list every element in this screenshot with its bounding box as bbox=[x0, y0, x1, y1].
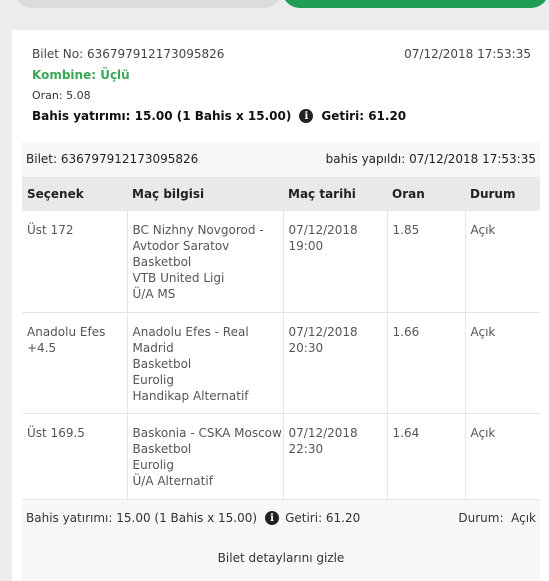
table-row: Üst 172 BC Nizhny Novgorod - Avtodor Sar… bbox=[22, 211, 540, 313]
match-line: Avtodor Saratov bbox=[132, 239, 230, 253]
match-line: Ü/A MS bbox=[132, 287, 176, 301]
info-icon[interactable]: i bbox=[299, 109, 314, 123]
col-header-status: Durum bbox=[465, 177, 540, 211]
tab-left[interactable] bbox=[14, 0, 282, 8]
table-header-row: Seçenek Maç bilgisi Maç tarihi Oran Duru… bbox=[22, 177, 540, 211]
date-line: 07/12/2018 bbox=[288, 425, 358, 440]
match-line: BC Nizhny Novgorod - bbox=[132, 223, 264, 237]
match-info-cell: BC Nizhny Novgorod - Avtodor Saratov Bas… bbox=[127, 211, 284, 313]
ticket-details: Bilet: 636797912173095826 bahis yapıldı:… bbox=[22, 142, 540, 581]
match-line: Baskonia - CSKA Moscow bbox=[132, 425, 282, 440]
hide-details-link[interactable]: Bilet detaylarını gizle bbox=[22, 551, 540, 565]
ticket-summary: Bilet No: 636797912173095826 07/12/2018 … bbox=[12, 30, 549, 140]
footer-stake-row: Bahis yatırımı: 15.00 (1 Bahis x 15.00) … bbox=[26, 511, 360, 525]
col-header-selection: Seçenek bbox=[22, 177, 127, 211]
odds-cell: 1.64 bbox=[387, 413, 466, 500]
match-line: Basketbol bbox=[132, 441, 192, 456]
ticket-number: Bilet No: 636797912173095826 bbox=[32, 47, 225, 61]
bets-table: Seçenek Maç bilgisi Maç tarihi Oran Duru… bbox=[22, 177, 540, 500]
table-row: Anadolu Efes +4.5 Anadolu Efes - Real Ma… bbox=[22, 312, 540, 414]
ticket-date: 07/12/2018 17:53:35 bbox=[404, 47, 531, 61]
bet-ticket-card: Bilet No: 636797912173095826 07/12/2018 … bbox=[12, 30, 549, 581]
match-line: Eurolig bbox=[132, 457, 174, 472]
info-icon[interactable]: i bbox=[265, 511, 280, 525]
selection-cell: Üst 172 bbox=[22, 211, 128, 313]
selection-cell: Anadolu Efes +4.5 bbox=[22, 312, 128, 414]
stake-row: Bahis yatırımı: 15.00 (1 Bahis x 15.00) … bbox=[32, 109, 406, 123]
stake-amount: Bahis yatırımı: 15.00 (1 Bahis x 15.00) bbox=[32, 109, 292, 123]
status-cell: Açık bbox=[465, 312, 540, 414]
table-row: Üst 169.5 Baskonia - CSKA Moscow Basketb… bbox=[22, 413, 540, 500]
total-odds: Oran: 5.08 bbox=[32, 89, 91, 102]
col-header-date: Maç tarihi bbox=[283, 177, 387, 211]
status-cell: Açık bbox=[465, 211, 540, 313]
time-line: 19:00 bbox=[288, 239, 324, 253]
match-line: Handikap Alternatif bbox=[132, 388, 249, 403]
selection-cell: Üst 169.5 bbox=[22, 413, 128, 500]
tab-right-active[interactable] bbox=[282, 0, 549, 8]
match-line: Basketbol bbox=[132, 356, 192, 371]
odds-cell: 1.85 bbox=[387, 211, 466, 313]
details-header: Bilet: 636797912173095826 bahis yapıldı:… bbox=[22, 142, 540, 176]
match-date-cell: 07/12/2018 19:00 bbox=[283, 211, 388, 313]
match-line: Basketbol bbox=[132, 255, 192, 269]
match-line: Anadolu Efes - Real bbox=[132, 324, 249, 339]
time-line: 20:30 bbox=[288, 340, 324, 355]
details-ticket-id: Bilet: 636797912173095826 bbox=[26, 152, 199, 166]
details-footer: Bahis yatırımı: 15.00 (1 Bahis x 15.00) … bbox=[22, 508, 540, 532]
match-date-cell: 07/12/2018 22:30 bbox=[283, 413, 388, 500]
match-line: VTB United Ligi bbox=[132, 271, 225, 285]
date-line: 07/12/2018 bbox=[288, 324, 358, 339]
time-line: 22:30 bbox=[288, 441, 324, 456]
match-line: Ü/A Alternatif bbox=[132, 473, 213, 488]
status-cell: Açık bbox=[465, 413, 540, 500]
footer-status: Durum: Açık bbox=[458, 511, 536, 525]
match-info-cell: Baskonia - CSKA Moscow Basketbol Eurolig… bbox=[127, 413, 284, 500]
footer-stake: Bahis yatırımı: 15.00 (1 Bahis x 15.00) bbox=[26, 511, 258, 525]
match-line: Eurolig bbox=[132, 372, 174, 387]
return-amount: Getiri: 61.20 bbox=[321, 109, 407, 123]
match-date-cell: 07/12/2018 20:30 bbox=[283, 312, 388, 414]
col-header-odds: Oran bbox=[387, 177, 465, 211]
bet-type: Kombine: Üçlü bbox=[32, 68, 130, 82]
date-line: 07/12/2018 bbox=[288, 223, 358, 237]
match-line: Madrid bbox=[132, 340, 174, 355]
col-header-match: Maç bilgisi bbox=[127, 177, 283, 211]
top-tabs bbox=[0, 0, 549, 10]
match-info-cell: Anadolu Efes - Real Madrid Basketbol Eur… bbox=[127, 312, 284, 414]
odds-cell: 1.66 bbox=[387, 312, 466, 414]
footer-return: Getiri: 61.20 bbox=[285, 511, 361, 525]
details-placed-date: bahis yapıldı: 07/12/2018 17:53:35 bbox=[325, 152, 536, 166]
